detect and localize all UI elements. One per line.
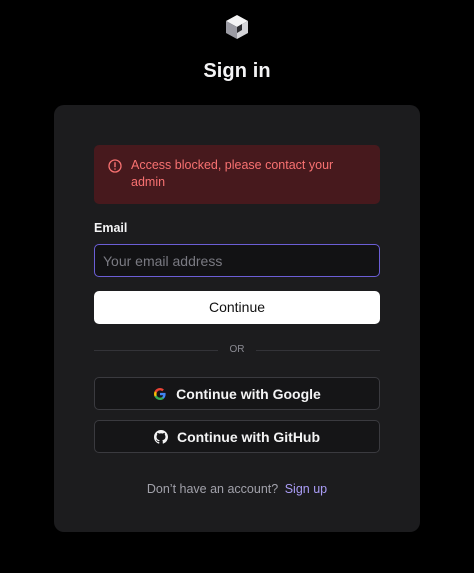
continue-button[interactable]: Continue bbox=[94, 291, 380, 324]
alert-circle-icon bbox=[108, 159, 122, 173]
github-button-label: Continue with GitHub bbox=[176, 428, 321, 445]
email-field[interactable] bbox=[94, 244, 380, 277]
email-label: Email bbox=[94, 221, 128, 235]
divider-line-right bbox=[256, 350, 380, 351]
continue-with-github-button[interactable]: Continue with GitHub bbox=[94, 420, 380, 453]
sign-in-page: Sign in Access blocked, please contact y… bbox=[0, 0, 474, 573]
sign-up-link[interactable]: Sign up bbox=[285, 482, 327, 496]
signup-prompt: Don’t have an account? bbox=[146, 482, 279, 496]
google-button-label: Continue with Google bbox=[176, 385, 321, 402]
continue-with-google-button[interactable]: Continue with Google bbox=[94, 377, 380, 410]
sign-in-card: Access blocked, please contact your admi… bbox=[54, 105, 420, 532]
github-icon bbox=[153, 429, 168, 444]
error-alert: Access blocked, please contact your admi… bbox=[94, 145, 380, 204]
or-divider: OR bbox=[94, 344, 380, 356]
cube-logo-icon bbox=[226, 15, 248, 39]
alert-message: Access blocked, please contact your admi… bbox=[131, 158, 334, 189]
signup-row: Don’t have an account? Sign up bbox=[54, 482, 420, 496]
google-icon bbox=[154, 387, 166, 400]
page-title: Sign in bbox=[203, 60, 271, 82]
